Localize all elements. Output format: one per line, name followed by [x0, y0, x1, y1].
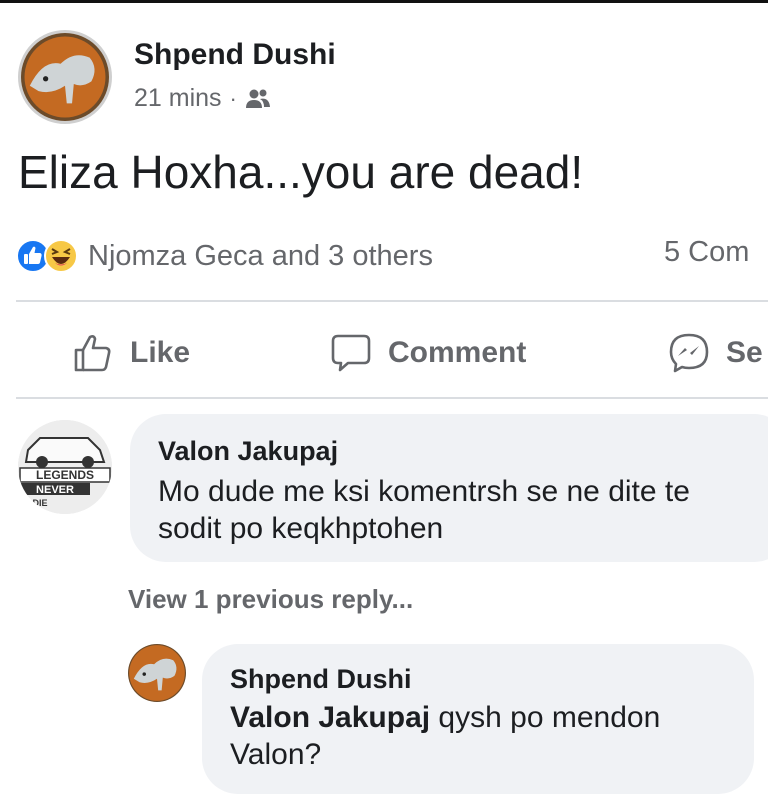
legends-avatar-image: LEGENDS NEVER DIE — [18, 420, 112, 514]
author-avatar[interactable] — [18, 30, 112, 124]
comment-line-2: sodit po keqkhptohen — [158, 512, 444, 545]
reply-line-2: Valon? — [230, 738, 322, 771]
comment-button[interactable]: Comment — [330, 325, 526, 381]
reply-author-avatar[interactable] — [128, 644, 186, 702]
comment-icon — [331, 334, 371, 372]
reply-mention[interactable]: Valon Jakupaj — [230, 701, 430, 734]
divider-bottom — [16, 397, 768, 399]
die-text: DIE — [32, 498, 47, 508]
comments-count[interactable]: 5 Com — [664, 236, 749, 269]
commenter-avatar[interactable]: LEGENDS NEVER DIE — [18, 420, 112, 514]
post-author[interactable]: Shpend Dushi — [134, 38, 336, 72]
comment-line-1: Mo dude me ksi komentrsh se ne dite te — [158, 475, 690, 508]
comment-label: Comment — [388, 336, 527, 369]
post-meta: 21 mins · — [134, 84, 271, 113]
reactors-text[interactable]: Njomza Geca and 3 others — [88, 240, 433, 273]
send-button[interactable]: Se — [668, 325, 763, 381]
post-time[interactable]: 21 mins — [134, 84, 222, 113]
never-text: NEVER — [36, 484, 74, 496]
friends-icon[interactable] — [245, 88, 271, 110]
send-label: Se — [726, 336, 763, 369]
avatar-image — [21, 33, 109, 121]
comment-author[interactable]: Valon Jakupaj — [158, 436, 338, 467]
top-border — [0, 0, 768, 3]
reply-text: qysh po mendon — [430, 701, 661, 734]
reply-avatar-image — [128, 644, 186, 702]
haha-icon — [44, 239, 78, 273]
like-button[interactable]: Like — [72, 325, 190, 381]
post-text: Eliza Hoxha...you are dead! — [18, 146, 584, 198]
messenger-icon — [669, 333, 709, 373]
reply-author[interactable]: Shpend Dushi — [230, 664, 412, 695]
reply-line-1: Valon Jakupaj qysh po mendon — [230, 699, 660, 737]
reactions-summary[interactable]: Njomza Geca and 3 others — [16, 236, 433, 276]
meta-separator: · — [229, 85, 237, 111]
divider-top — [16, 300, 768, 302]
legends-text: LEGENDS — [36, 468, 94, 482]
view-previous-replies[interactable]: View 1 previous reply... — [128, 584, 413, 615]
thumbs-up-icon — [74, 335, 111, 372]
like-label: Like — [130, 336, 191, 369]
